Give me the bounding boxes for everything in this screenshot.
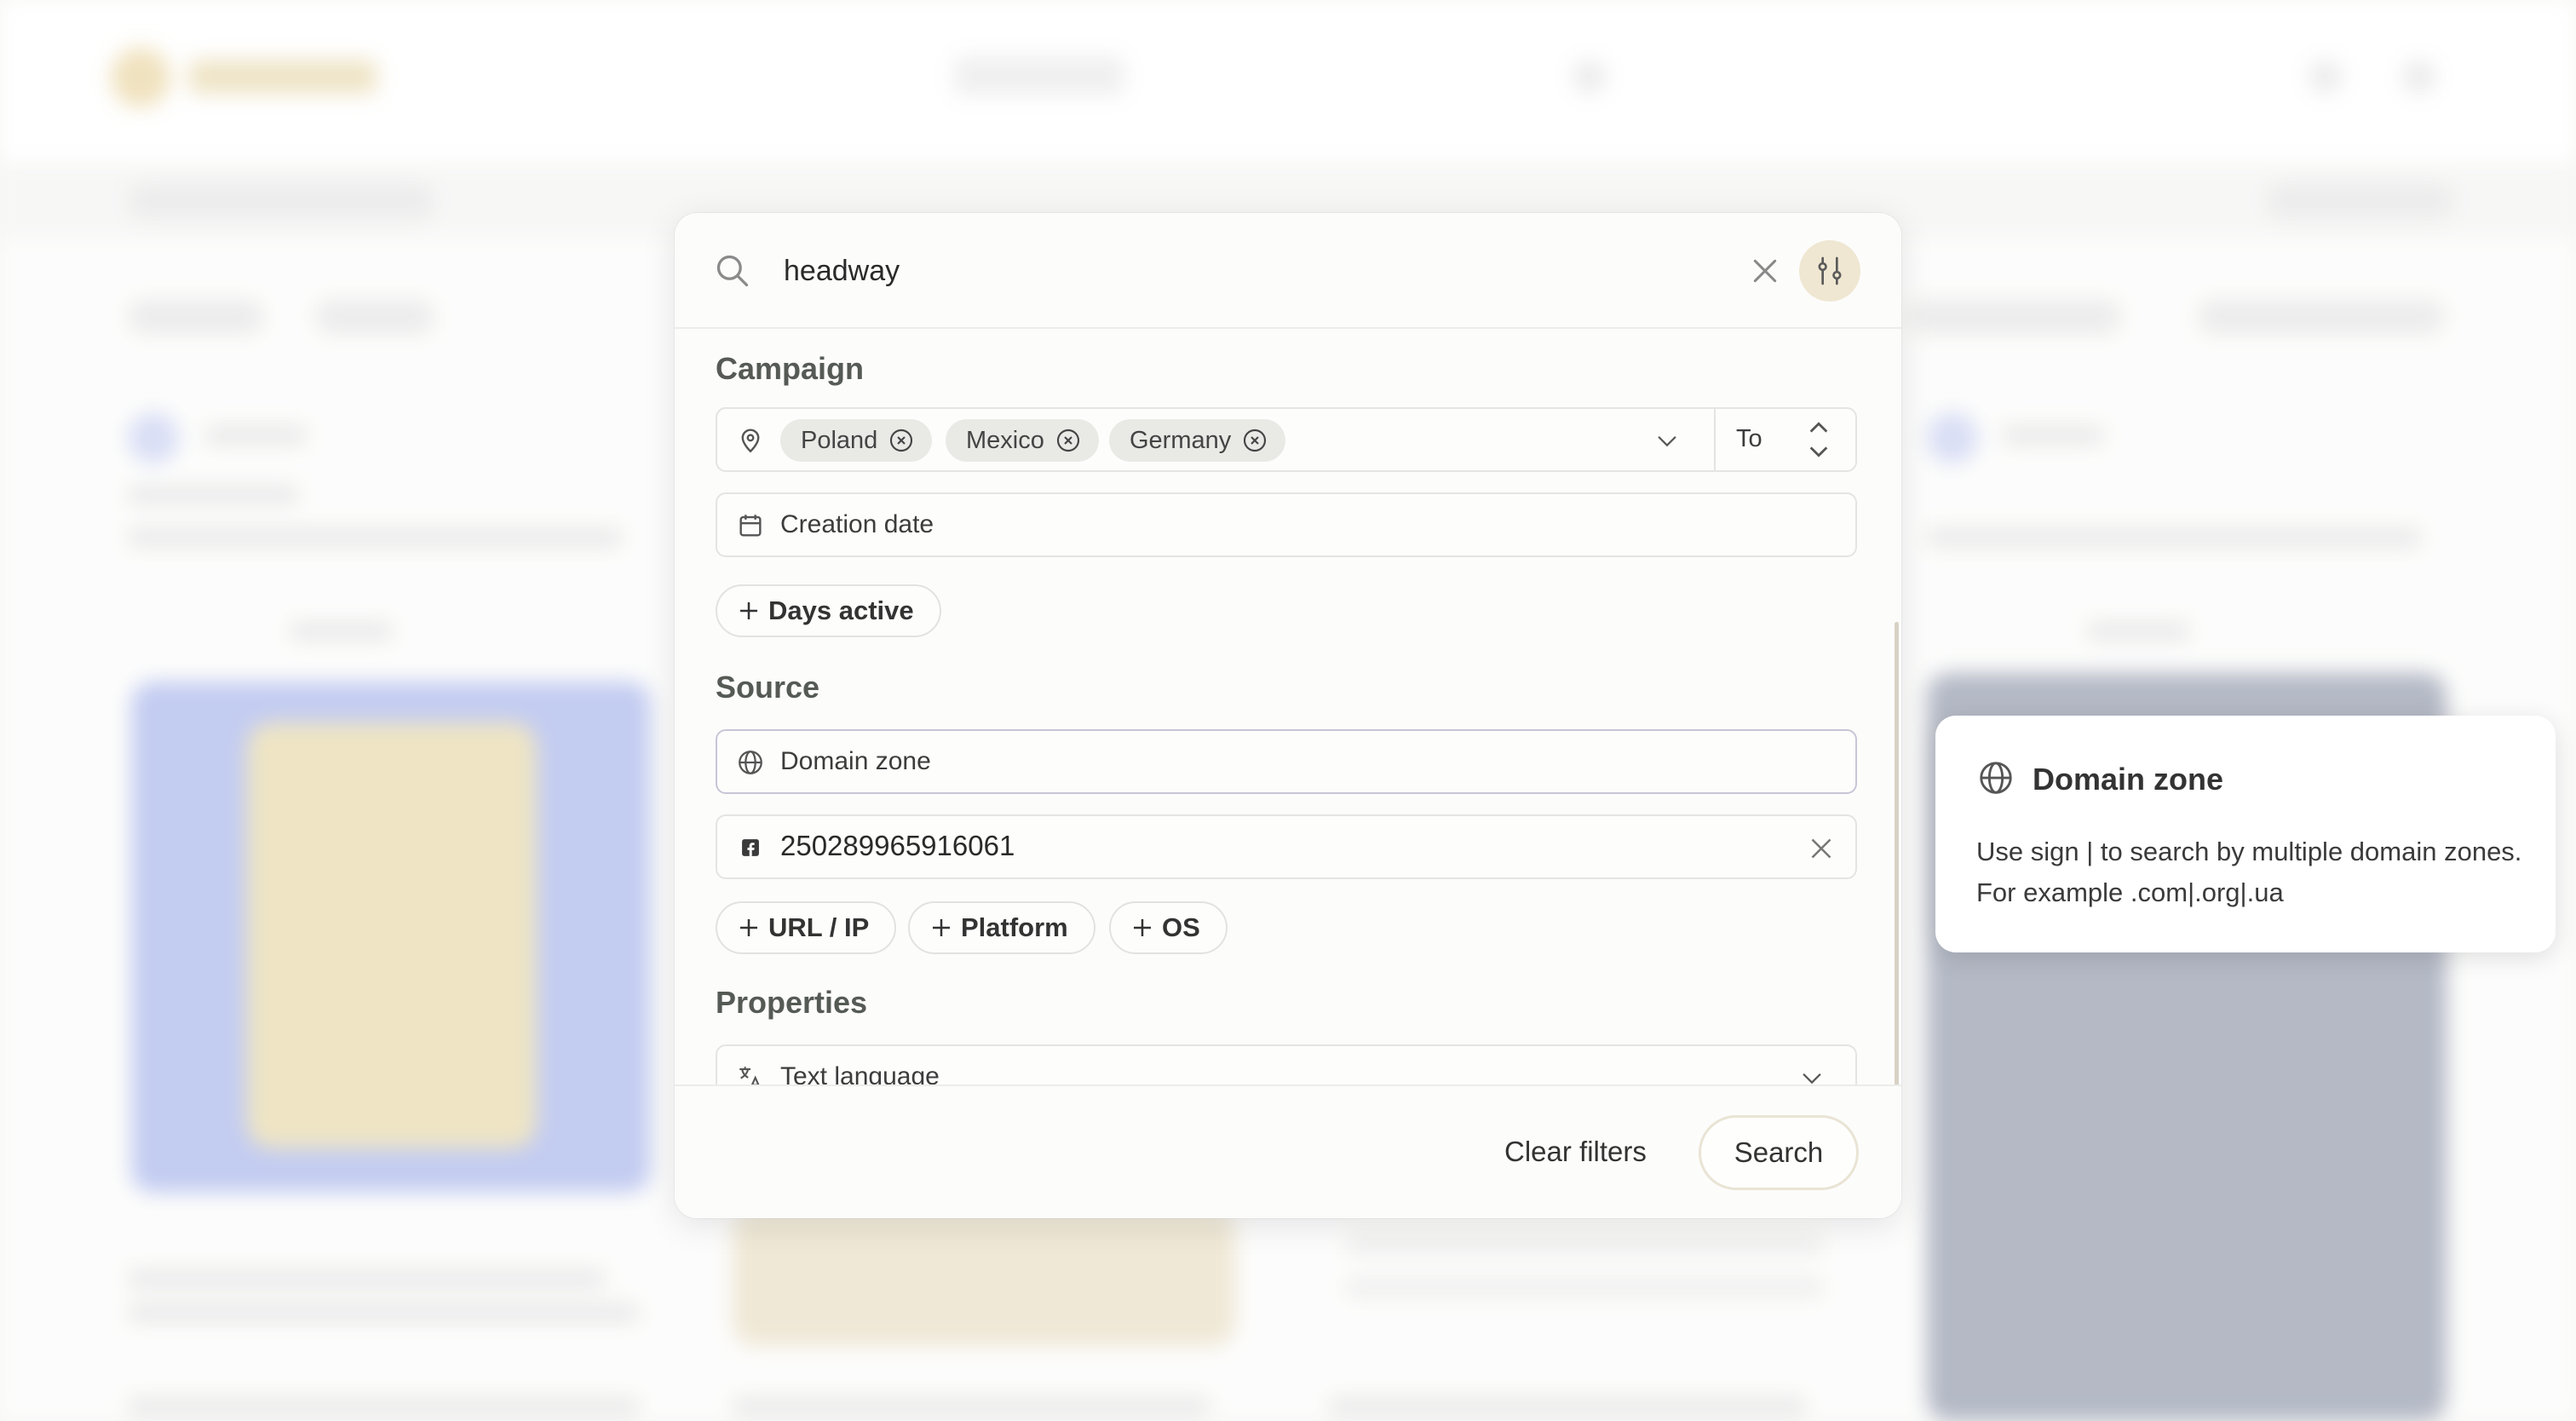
section-title-properties: Properties [716, 985, 868, 1020]
globe-icon [1980, 762, 2012, 794]
chevron-down-icon[interactable] [1653, 426, 1682, 455]
geo-chip[interactable]: Germany [1109, 419, 1286, 462]
stepper-arrows-icon[interactable] [1806, 416, 1831, 463]
clear-field-icon[interactable] [1806, 833, 1837, 864]
plus-icon [933, 919, 950, 936]
geo-chip-label: Mexico [966, 426, 1044, 454]
text-language-select[interactable]: Text language [716, 1044, 1857, 1084]
search-input[interactable] [784, 244, 1533, 298]
tooltip-body: Use sign | to search by multiple domain … [1976, 837, 2522, 907]
geo-to-label: To [1736, 425, 1762, 452]
platform-label: Platform [961, 912, 1068, 942]
days-active-label: Days active [768, 595, 914, 625]
facebook-icon [742, 839, 759, 856]
divider [1714, 409, 1716, 470]
text-language-clip: Text language [675, 1044, 1901, 1084]
os-label: OS [1162, 912, 1200, 942]
search-icon [716, 255, 749, 287]
geo-chip[interactable]: Poland [780, 419, 933, 462]
clear-search-icon[interactable] [1748, 254, 1782, 288]
translate-icon [739, 1067, 760, 1084]
facebook-id-field[interactable]: 250289965916061 [716, 814, 1857, 879]
section-title-campaign: Campaign [716, 351, 865, 386]
remove-chip-icon[interactable] [888, 427, 915, 454]
domain-zone-placeholder: Domain zone [780, 747, 931, 775]
creation-date-field[interactable]: Creation date [716, 492, 1857, 557]
location-pin-icon [741, 429, 760, 453]
plus-icon [1134, 919, 1151, 936]
globe-icon [739, 751, 762, 774]
sliders-icon [1818, 256, 1842, 285]
modal-footer: Clear filters Search [675, 1084, 1901, 1218]
tooltip-title: Domain zone [2033, 762, 2224, 797]
plus-icon [740, 602, 757, 619]
add-url-ip-button[interactable]: URL / IP [716, 901, 897, 954]
search-bar [675, 213, 1901, 329]
domain-zone-field[interactable]: Domain zone [716, 729, 1857, 794]
domain-zone-tooltip: Domain zone Use sign | to search by mult… [1935, 716, 2556, 952]
chevron-down-icon[interactable] [1797, 1063, 1826, 1084]
search-filters-modal: Campaign Poland Mexico Germany To Creati… [675, 213, 1901, 1218]
add-platform-button[interactable]: Platform [908, 901, 1095, 954]
facebook-id-value: 250289965916061 [780, 830, 1015, 861]
geo-chip-label: Poland [801, 426, 878, 454]
geo-chip-label: Germany [1130, 426, 1232, 454]
clear-filters-button[interactable]: Clear filters [1504, 1136, 1647, 1168]
filters-toggle-button[interactable] [1799, 240, 1860, 302]
text-language-placeholder: Text language [780, 1062, 940, 1084]
plus-icon [740, 919, 757, 936]
geo-chip[interactable]: Mexico [946, 419, 1099, 462]
remove-chip-icon[interactable] [1055, 427, 1082, 454]
add-os-button[interactable]: OS [1109, 901, 1228, 954]
url-ip-label: URL / IP [768, 912, 870, 942]
add-days-active-button[interactable]: Days active [716, 584, 941, 637]
calendar-icon [739, 515, 762, 537]
remove-chip-icon[interactable] [1241, 427, 1268, 454]
section-title-source: Source [716, 670, 820, 705]
creation-date-placeholder: Creation date [780, 510, 934, 538]
search-button[interactable]: Search [1699, 1115, 1859, 1190]
geo-select[interactable]: Poland Mexico Germany To [716, 407, 1857, 472]
